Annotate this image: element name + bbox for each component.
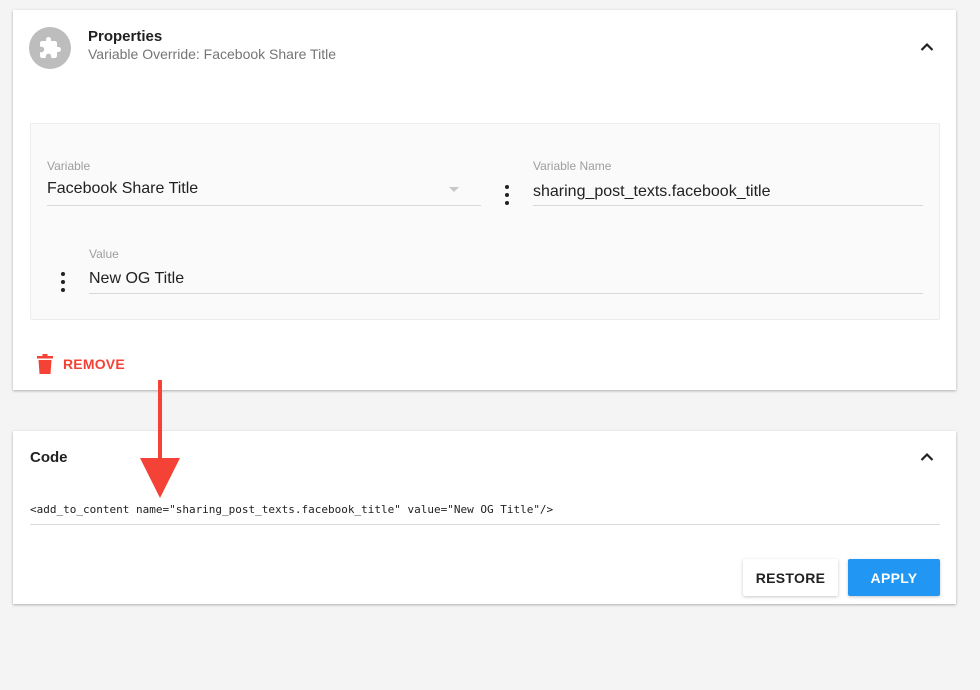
variable-select[interactable]: Facebook Share Title <box>47 176 481 208</box>
value-label: Value <box>89 247 119 261</box>
collapse-properties-button[interactable] <box>915 35 939 59</box>
code-editor[interactable]: <add_to_content name="sharing_post_texts… <box>30 503 553 516</box>
remove-label: REMOVE <box>63 356 125 372</box>
code-title: Code <box>30 449 68 466</box>
trash-icon <box>37 354 53 374</box>
restore-button[interactable]: RESTORE <box>743 559 838 596</box>
variable-select-value: Facebook Share Title <box>47 180 199 197</box>
variable-name-label: Variable Name <box>533 159 612 173</box>
variable-name-value: sharing_post_texts.facebook_title <box>533 183 771 200</box>
variable-name-more-button[interactable] <box>502 185 512 205</box>
dot <box>61 288 65 292</box>
dot <box>61 280 65 284</box>
collapse-code-button[interactable] <box>915 445 939 469</box>
properties-card: Properties Variable Override: Facebook S… <box>13 10 956 390</box>
dot <box>505 185 509 189</box>
dot <box>505 201 509 205</box>
value-more-button[interactable] <box>58 272 68 292</box>
variable-name-input[interactable]: sharing_post_texts.facebook_title <box>533 176 923 208</box>
annotation-arrow-icon <box>140 380 180 498</box>
chevron-up-icon <box>920 42 934 51</box>
dot <box>505 193 509 197</box>
code-underline <box>30 524 940 525</box>
value-underline <box>89 293 923 294</box>
variable-underline <box>47 205 481 206</box>
value-input[interactable]: New OG Title <box>89 264 923 296</box>
remove-button[interactable]: REMOVE <box>37 352 125 376</box>
variable-label: Variable <box>47 159 91 173</box>
dot <box>61 272 65 276</box>
variable-name-underline <box>533 205 923 206</box>
properties-title: Properties <box>88 28 163 45</box>
override-panel: Variable Facebook Share Title Variable N… <box>30 123 940 320</box>
chevron-up-icon <box>920 452 934 461</box>
value-field-value: New OG Title <box>89 270 185 287</box>
dropdown-arrow-icon <box>449 187 459 192</box>
apply-button[interactable]: APPLY <box>848 559 940 596</box>
puzzle-icon <box>29 27 71 69</box>
properties-subtitle: Variable Override: Facebook Share Title <box>88 46 336 62</box>
